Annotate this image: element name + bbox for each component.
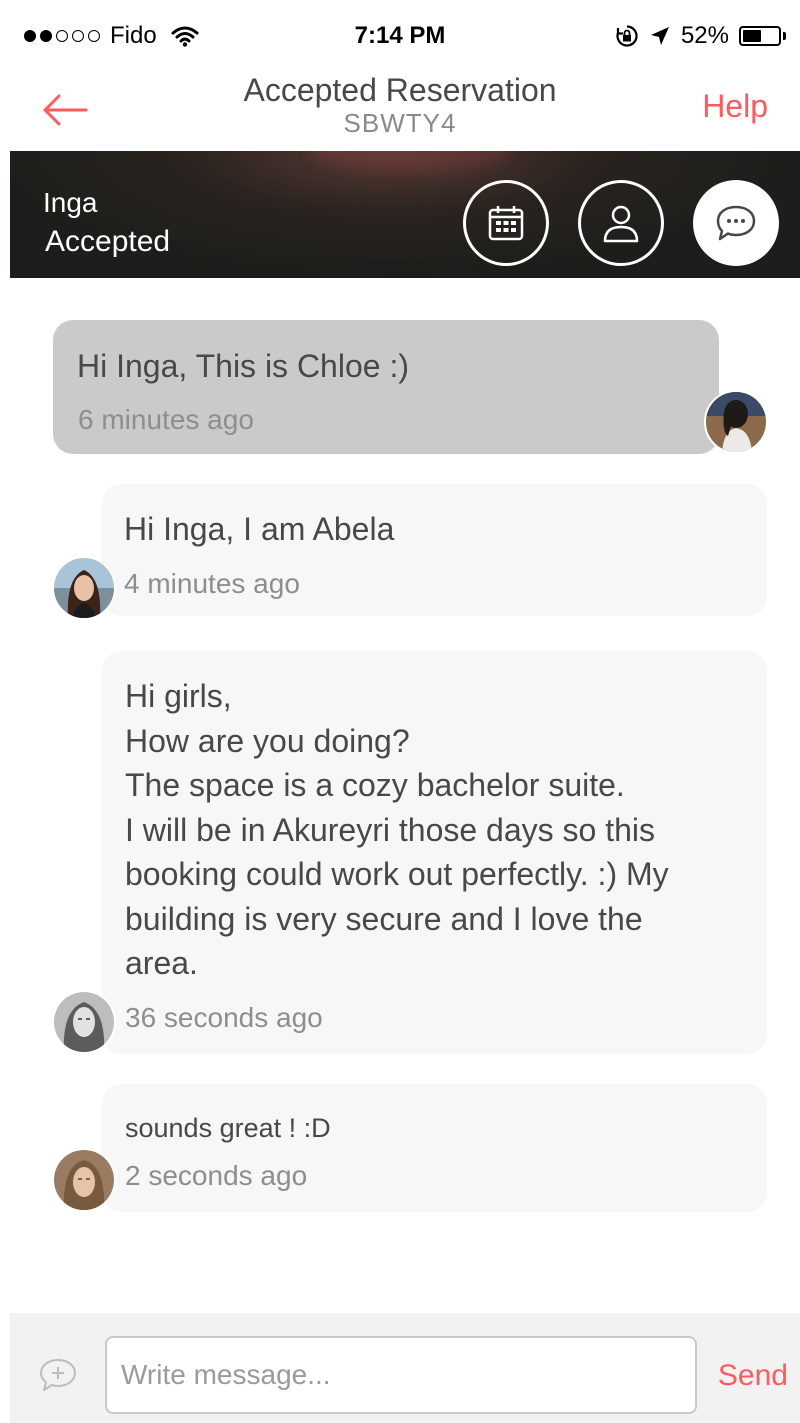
message-composer: Send [10, 1313, 800, 1423]
reservation-banner: Inga Accepted [10, 151, 800, 278]
message-time: 2 seconds ago [125, 1160, 308, 1191]
message-time: 4 minutes ago [124, 568, 300, 599]
message-text: sounds great ! :D [125, 1113, 331, 1143]
reservation-status: Accepted [45, 225, 171, 258]
profile-icon [603, 205, 639, 243]
page-title: Accepted Reservation [243, 72, 557, 108]
rotation-lock-icon [616, 25, 638, 47]
add-comment-icon [40, 1359, 76, 1391]
avatar-photo [706, 392, 766, 452]
battery-icon [739, 26, 781, 46]
status-bar: Fido 7:14 PM 52% [0, 0, 800, 72]
message-bubble: Hi Inga, I am Abela 4 minutes ago [102, 484, 767, 616]
reservation-code: SBWTY4 [343, 108, 457, 138]
calendar-button[interactable] [463, 180, 549, 266]
help-button[interactable]: Help [702, 88, 768, 125]
send-button[interactable]: Send [718, 1359, 788, 1393]
avatar-photo [54, 1150, 114, 1210]
message-time: 6 minutes ago [78, 404, 254, 435]
message-input[interactable] [105, 1336, 697, 1414]
host-name: Inga [43, 187, 98, 218]
message-bubble: sounds great ! :D 2 seconds ago [102, 1084, 767, 1212]
avatar-photo [54, 992, 114, 1052]
message-bubble: Hi Inga, This is Chloe :) 6 minutes ago [53, 320, 719, 454]
avatar[interactable] [52, 1148, 116, 1212]
location-arrow-icon [650, 27, 669, 45]
battery-tip [783, 32, 786, 40]
chat-icon [716, 205, 756, 241]
calendar-icon [488, 206, 524, 241]
message-text: Hi girls, How are you doing? The space i… [125, 678, 669, 981]
battery-percent: 52% [680, 22, 729, 49]
avatar[interactable] [704, 390, 768, 454]
message-text: Hi Inga, This is Chloe :) [77, 348, 409, 384]
profile-button[interactable] [578, 180, 664, 266]
avatar[interactable] [52, 556, 116, 620]
chat-button[interactable] [693, 180, 779, 266]
status-right: 52% [615, 22, 786, 50]
avatar[interactable] [52, 990, 116, 1054]
message-time: 36 seconds ago [125, 1002, 323, 1033]
avatar-photo [54, 558, 114, 618]
message-text: Hi Inga, I am Abela [124, 511, 395, 547]
nav-bar: Accepted Reservation SBWTY4 Help [0, 72, 800, 150]
compose-button[interactable] [38, 1357, 78, 1398]
message-bubble: Hi girls, How are you doing? The space i… [102, 651, 767, 1054]
